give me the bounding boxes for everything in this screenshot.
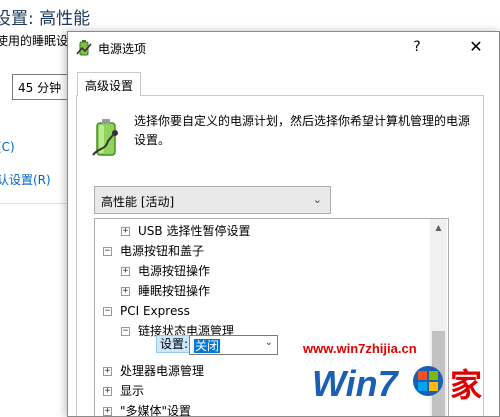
setting-value-select[interactable]: 关闭 ⌄ xyxy=(189,335,278,355)
background-window-title: 设置: 高性能 xyxy=(0,9,91,29)
tree-item-sleep-button-action[interactable]: + 睡眠按钮操作 xyxy=(121,281,210,301)
tree-item-multimedia[interactable]: + "多媒体"设置 xyxy=(103,401,192,417)
expand-icon[interactable]: + xyxy=(121,227,130,236)
dialog-title: 电源选项 xyxy=(98,42,147,56)
tree-item-label: 显示 xyxy=(120,384,145,398)
collapse-icon[interactable]: − xyxy=(103,247,112,256)
watermark-logo: Win7 家 xyxy=(312,363,482,404)
expand-icon[interactable]: + xyxy=(103,367,112,376)
tree-item-power-button-action[interactable]: + 电源按钮操作 xyxy=(121,261,210,281)
tree-item-label: USB 选择性暂停设置 xyxy=(138,224,251,238)
expand-icon[interactable]: + xyxy=(121,267,130,276)
expand-icon[interactable]: + xyxy=(121,287,130,296)
tab-advanced-settings[interactable]: 高级设置 xyxy=(77,72,142,96)
collapse-icon[interactable]: − xyxy=(121,327,130,336)
svg-text:家: 家 xyxy=(450,366,482,404)
tree-item-label: PCI Express xyxy=(120,304,190,318)
sleep-time-select[interactable]: 45 分钟 xyxy=(12,74,74,100)
tree-item-label: 睡眠按钮操作 xyxy=(138,284,211,298)
background-divider xyxy=(0,203,70,204)
tree-item-usb-selective-suspend[interactable]: + USB 选择性暂停设置 xyxy=(121,221,250,241)
svg-text:Win7: Win7 xyxy=(312,363,400,404)
tree-item-label: 电源按钮操作 xyxy=(138,264,211,278)
tree-item-label: 电源按钮和盖子 xyxy=(120,244,205,258)
tree-item-power-buttons-lid[interactable]: − 电源按钮和盖子 xyxy=(103,241,204,261)
tree-item-processor-power[interactable]: + 处理器电源管理 xyxy=(103,361,204,381)
restore-defaults-link[interactable]: 认设置(R) xyxy=(0,171,51,188)
power-options-icon xyxy=(76,40,92,56)
battery-icon xyxy=(92,119,118,156)
background-window-subtitle: 使用的睡眠设 xyxy=(0,34,69,48)
power-plan-select[interactable]: 高性能 [活动] ⌄ xyxy=(94,186,331,214)
chevron-down-icon: ⌄ xyxy=(312,193,322,206)
tree-item-label: 处理器电源管理 xyxy=(120,364,205,378)
expand-icon[interactable]: + xyxy=(103,387,112,396)
background-link-c[interactable]: (C) xyxy=(0,140,15,154)
scroll-up-icon[interactable]: ▲ xyxy=(430,219,447,236)
tree-item-display[interactable]: + 显示 xyxy=(103,381,144,401)
setting-value: 关闭 xyxy=(194,339,221,353)
watermark-url: www.win7zhijia.cn xyxy=(303,341,417,356)
chevron-down-icon: ⌄ xyxy=(264,337,273,348)
collapse-icon[interactable]: − xyxy=(103,307,112,316)
tree-item-label: "多媒体"设置 xyxy=(120,404,192,417)
power-plan-value: 高性能 [活动] xyxy=(101,195,175,209)
description-text: 选择你要自定义的电源计划，然后选择你希望计算机管理的电源设置。 xyxy=(134,114,471,147)
tree-item-pci-express[interactable]: − PCI Express xyxy=(103,301,190,321)
dialog-titlebar[interactable]: 电源选项 ? ✕ xyxy=(68,32,499,63)
setting-label: 设置: xyxy=(156,335,193,353)
close-button[interactable]: ✕ xyxy=(463,36,489,58)
expand-icon[interactable]: + xyxy=(103,407,112,416)
help-button[interactable]: ? xyxy=(405,36,429,58)
